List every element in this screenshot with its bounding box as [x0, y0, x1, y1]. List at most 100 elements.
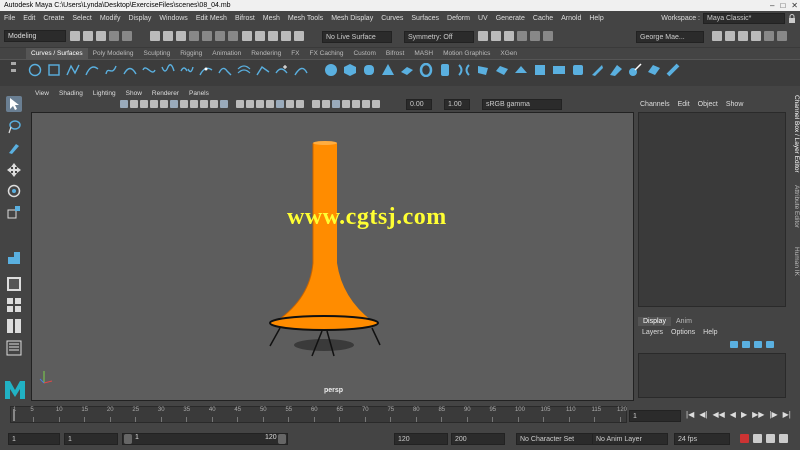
scale-tool-icon[interactable] — [6, 204, 22, 220]
redo-icon[interactable] — [122, 31, 132, 41]
menu-file[interactable]: File — [0, 15, 19, 22]
stitch-icon[interactable] — [666, 63, 680, 77]
shelf-tab-sculpting[interactable]: Sculpting — [139, 48, 176, 59]
nurbs-cone-icon[interactable] — [381, 63, 395, 77]
menu-create[interactable]: Create — [39, 15, 68, 22]
bookmarks-icon[interactable] — [140, 100, 148, 108]
arnold-render-icon[interactable] — [530, 31, 540, 41]
two-pane-layout-icon[interactable] — [6, 318, 22, 334]
channel-box-menu-show[interactable]: Show — [722, 99, 748, 110]
arc-tool-icon[interactable] — [123, 63, 137, 77]
mask-icon[interactable] — [228, 31, 238, 41]
last-tool-used-icon[interactable] — [6, 250, 22, 266]
snap-surface-icon[interactable] — [294, 31, 304, 41]
user-account-dropdown[interactable]: George Mae... — [636, 31, 704, 43]
snap-point-icon[interactable] — [268, 31, 278, 41]
playback-start-field[interactable]: 1 — [64, 433, 118, 445]
snap-view-icon[interactable] — [281, 31, 291, 41]
menu-generate[interactable]: Generate — [492, 15, 529, 22]
shelf-tab-poly-modeling[interactable]: Poly Modeling — [88, 48, 139, 59]
loft-icon[interactable] — [457, 63, 471, 77]
shelf-tab-mash[interactable]: MASH — [409, 48, 438, 59]
square-surface-icon[interactable] — [571, 63, 585, 77]
textured-icon[interactable] — [266, 100, 274, 108]
add-points-icon[interactable] — [275, 63, 289, 77]
anim-layer-dropdown[interactable]: No Anim Layer — [592, 433, 668, 445]
menu-deform[interactable]: Deform — [443, 15, 474, 22]
shelf-tab-animation[interactable]: Animation — [207, 48, 246, 59]
lights-icon[interactable] — [276, 100, 284, 108]
detach-curves-icon[interactable] — [180, 63, 194, 77]
field-chart-icon[interactable] — [200, 100, 208, 108]
go-to-start-button[interactable]: |◀ — [686, 410, 694, 419]
snap-grid-icon[interactable] — [242, 31, 252, 41]
workspace-dropdown[interactable]: Maya Classic* — [703, 13, 785, 24]
menu-windows[interactable]: Windows — [155, 15, 191, 22]
shelf-settings-icon[interactable] — [10, 62, 18, 84]
xray-icon[interactable] — [342, 100, 350, 108]
step-forward-key-button[interactable]: |▶ — [769, 410, 777, 419]
nurbs-cube-icon[interactable] — [343, 63, 357, 77]
bevel-plus-icon[interactable] — [533, 63, 547, 77]
symmetry-dropdown[interactable]: Symmetry: Off — [404, 31, 474, 43]
light-editor-icon[interactable] — [543, 31, 553, 41]
menu-edit-mesh[interactable]: Edit Mesh — [192, 15, 231, 22]
auto-key-icon[interactable] — [740, 434, 749, 443]
safe-title-icon[interactable] — [220, 100, 228, 108]
menu-arnold[interactable]: Arnold — [557, 15, 585, 22]
go-to-end-button[interactable]: ▶| — [783, 410, 791, 419]
move-layer-up-icon[interactable] — [730, 341, 738, 348]
menu-mesh[interactable]: Mesh — [259, 15, 284, 22]
select-object-icon[interactable] — [163, 31, 173, 41]
shelf-tab-xgen[interactable]: XGen — [495, 48, 522, 59]
shelf-tab-fx-caching[interactable]: FX Caching — [305, 48, 349, 59]
animation-start-field[interactable]: 1 — [8, 433, 60, 445]
nurbs-circle-icon[interactable] — [28, 63, 42, 77]
menu-uv[interactable]: UV — [474, 15, 492, 22]
menu-mesh-display[interactable]: Mesh Display — [327, 15, 377, 22]
wireframe-icon[interactable] — [236, 100, 244, 108]
gate-mask-icon[interactable] — [190, 100, 198, 108]
safe-action-icon[interactable] — [210, 100, 218, 108]
nurbs-square-icon[interactable] — [47, 63, 61, 77]
menu-mesh-tools[interactable]: Mesh Tools — [284, 15, 327, 22]
grid-toggle-icon[interactable] — [160, 100, 168, 108]
camera-attributes-icon[interactable] — [130, 100, 138, 108]
shelf-tab-curves-surfaces[interactable]: Curves / Surfaces — [26, 48, 88, 59]
trim-tool-icon[interactable] — [590, 63, 604, 77]
nurbs-cylinder-icon[interactable] — [362, 63, 376, 77]
ambient-occlusion-icon[interactable] — [296, 100, 304, 108]
channel-box-menu-edit[interactable]: Edit — [674, 99, 694, 110]
modeling-toolkit-icon[interactable] — [712, 31, 722, 41]
menu-help[interactable]: Help — [585, 15, 607, 22]
render-settings-icon[interactable] — [504, 31, 514, 41]
menuset-dropdown[interactable]: Modeling — [4, 30, 66, 42]
menu-curves[interactable]: Curves — [377, 15, 407, 22]
channel-box-area[interactable] — [638, 112, 786, 307]
nurbs-torus-icon[interactable] — [419, 63, 433, 77]
extrude-icon[interactable] — [495, 63, 509, 77]
shadows-icon[interactable] — [286, 100, 294, 108]
color-space-dropdown[interactable]: sRGB gamma — [482, 99, 562, 110]
ep-curve-icon[interactable] — [66, 63, 80, 77]
depth-of-field-icon[interactable] — [322, 100, 330, 108]
planar-icon[interactable] — [476, 63, 490, 77]
near-clip-field[interactable]: 0.00 — [406, 99, 432, 110]
menu-bifrost[interactable]: Bifrost — [231, 15, 259, 22]
bezier-curve-icon[interactable] — [142, 63, 156, 77]
animation-prefs-icon[interactable] — [766, 434, 775, 443]
menu-select[interactable]: Select — [68, 15, 95, 22]
outliner-icon[interactable] — [764, 31, 774, 41]
render-icon[interactable] — [478, 31, 488, 41]
sound-icon[interactable] — [779, 434, 788, 443]
undo-icon[interactable] — [109, 31, 119, 41]
pencil-curve-icon[interactable] — [104, 63, 118, 77]
snap-curve-icon[interactable] — [255, 31, 265, 41]
attribute-editor-icon[interactable] — [725, 31, 735, 41]
lock-icon[interactable] — [788, 13, 796, 24]
tab-channel-box-layer-editor[interactable]: Channel Box / Layer Editor — [788, 95, 800, 173]
rotate-tool-icon[interactable] — [6, 183, 22, 199]
time-ruler[interactable]: 1 51015202530354045505560657075808590951… — [10, 406, 627, 423]
nurbs-sphere-icon[interactable] — [324, 63, 338, 77]
menu-edit[interactable]: Edit — [19, 15, 39, 22]
